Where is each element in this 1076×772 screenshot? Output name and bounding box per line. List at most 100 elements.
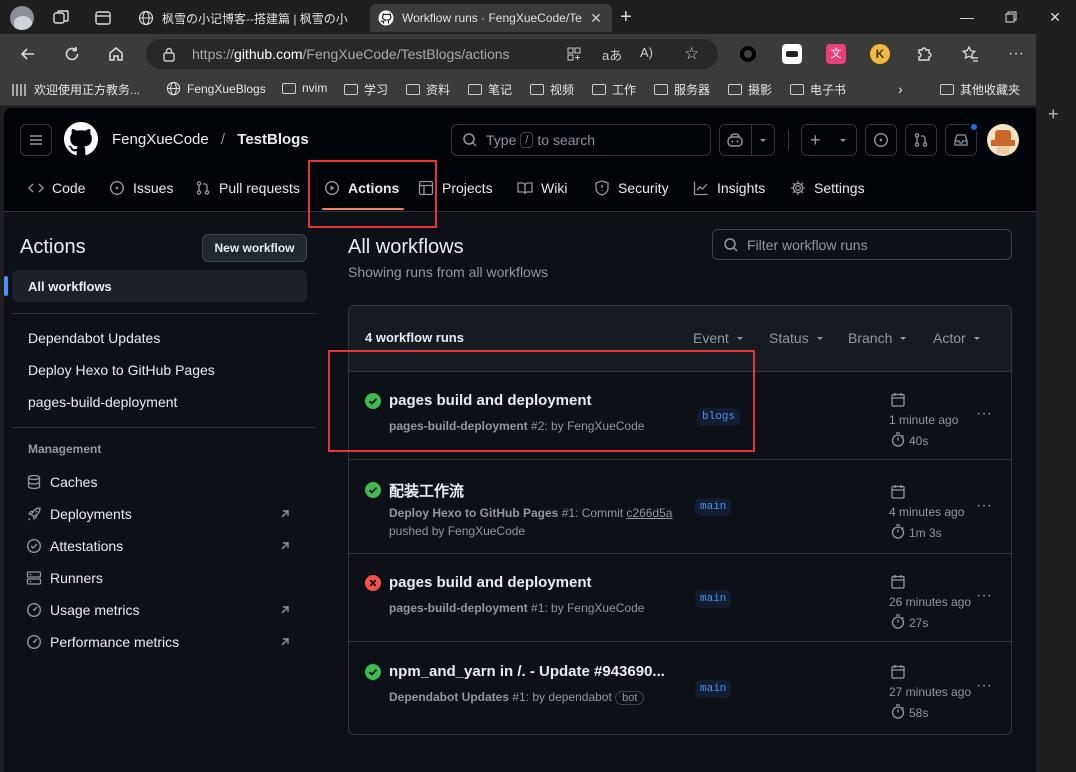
commit-link[interactable]: c266d5a [626, 506, 672, 520]
branch-label[interactable]: main [695, 680, 732, 698]
read-aloud-icon[interactable]: A) [640, 45, 653, 60]
add-sidebar-app-button[interactable]: + [1048, 104, 1059, 125]
run-title[interactable]: 配装工作流 [389, 480, 464, 501]
tab-settings[interactable]: Settings [790, 172, 865, 204]
extensions-puzzle-icon[interactable] [912, 42, 936, 66]
runs-list-header: 4 workflow runs Event Status Branch Acto… [349, 306, 1011, 372]
tab-actions-icon[interactable] [94, 9, 112, 27]
tab-pull-requests[interactable]: Pull requests [195, 172, 300, 204]
address-bar[interactable]: https://github.com/FengXueCode/TestBlogs… [146, 39, 718, 69]
bookmark-folder[interactable]: 电子书 [790, 81, 846, 98]
bookmark-folder[interactable]: 摄影 [728, 81, 772, 98]
run-workflow-name[interactable]: Deploy Hexo to GitHub Pages [389, 506, 558, 520]
sidebar-item-runners[interactable]: Runners [12, 562, 307, 594]
extension-translate-icon[interactable]: 文 [826, 44, 846, 64]
close-tab-icon[interactable]: ✕ [588, 10, 604, 27]
avatar[interactable] [987, 124, 1019, 156]
extension-face-icon[interactable] [782, 44, 802, 64]
kebab-menu-icon[interactable]: ··· [973, 405, 995, 423]
kebab-menu-icon[interactable]: ··· [973, 587, 995, 605]
pull-requests-button[interactable] [905, 124, 937, 156]
favorite-star-icon[interactable]: ☆ [684, 44, 699, 64]
bookmark-folder[interactable]: 视频 [530, 81, 574, 98]
tab-workflow-runs[interactable]: Workflow runs · FengXueCode/Te ✕ [370, 4, 612, 32]
new-workflow-button[interactable]: New workflow [202, 234, 307, 262]
folder-icon [728, 84, 742, 95]
bookmark-item[interactable]: 欢迎使用正方教务... [12, 81, 140, 98]
filter-runs-input[interactable]: Filter workflow runs [712, 229, 1012, 260]
menu-button[interactable] [20, 124, 52, 156]
bookmark-folder[interactable]: 工作 [592, 81, 636, 98]
branch-label[interactable]: blogs [697, 408, 741, 426]
search-input[interactable]: Type / to search [451, 124, 711, 156]
tab-projects[interactable]: Projects [418, 172, 493, 204]
close-window-button[interactable]: ✕ [1040, 6, 1070, 28]
extension-k-icon[interactable]: K [870, 44, 890, 64]
bookmark-folder[interactable]: 学习 [344, 81, 388, 98]
profile-avatar[interactable] [10, 6, 34, 30]
workflow-run-row[interactable]: pages build and deployment pages-build-d… [349, 372, 1011, 460]
tab-blog[interactable]: 枫雪の小记博客--搭建篇 | 枫雪の小 [130, 4, 366, 32]
restore-button[interactable] [996, 6, 1026, 28]
sidebar-item-workflow[interactable]: Deploy Hexo to GitHub Pages [12, 354, 307, 386]
tab-issues[interactable]: Issues [109, 172, 173, 204]
bookmark-item[interactable]: FengXueBlogs [166, 81, 266, 96]
back-button[interactable] [16, 42, 40, 66]
tab-actions[interactable]: Actions [324, 172, 399, 204]
kebab-menu-icon[interactable]: ··· [973, 497, 995, 515]
run-workflow-name[interactable]: Dependabot Updates [389, 690, 509, 704]
workflow-run-row[interactable]: npm_and_yarn in /. - Update #943690... D… [349, 642, 1011, 734]
create-new-button[interactable]: + [801, 124, 857, 156]
sidebar-item-deployments[interactable]: Deployments [12, 498, 307, 530]
sidebar-item-all-workflows[interactable]: All workflows [4, 270, 307, 302]
workflow-run-row[interactable]: 配装工作流 Deploy Hexo to GitHub Pages #1: Co… [349, 460, 1011, 554]
refresh-button[interactable] [60, 42, 84, 66]
kebab-menu-icon[interactable]: ··· [973, 677, 995, 695]
filter-branch[interactable]: Branch [848, 330, 908, 346]
translate-icon[interactable]: aあ [602, 45, 622, 64]
run-title[interactable]: pages build and deployment [389, 392, 592, 409]
issues-button[interactable] [865, 124, 897, 156]
bookmark-folder[interactable]: 笔记 [468, 81, 512, 98]
branch-label[interactable]: main [695, 498, 732, 516]
bookmark-folder[interactable]: 资料 [406, 81, 450, 98]
repo-link[interactable]: TestBlogs [237, 131, 308, 148]
sidebar-item-usage-metrics[interactable]: Usage metrics [12, 594, 307, 626]
extension-circle-icon[interactable] [738, 44, 758, 64]
copilot-button[interactable] [719, 124, 775, 156]
active-tab-underline [322, 208, 404, 210]
workflow-run-row[interactable]: pages build and deployment pages-build-d… [349, 554, 1011, 642]
sidebar-item-caches[interactable]: Caches [12, 466, 307, 498]
tab-code[interactable]: Code [28, 172, 85, 204]
notifications-button[interactable] [945, 122, 979, 156]
other-bookmarks-folder[interactable]: 其他收藏夹 [940, 81, 1020, 98]
filter-status[interactable]: Status [769, 330, 825, 346]
new-tab-button[interactable]: + [620, 6, 632, 29]
filter-event[interactable]: Event [693, 330, 745, 346]
tab-wiki[interactable]: Wiki [517, 172, 567, 204]
run-workflow-name[interactable]: pages-build-deployment [389, 419, 528, 433]
github-logo-icon[interactable] [64, 122, 98, 156]
home-button[interactable] [104, 42, 128, 66]
run-workflow-name[interactable]: pages-build-deployment [389, 601, 528, 615]
bookmarks-overflow-chevron-icon[interactable]: › [898, 81, 903, 97]
tab-insights[interactable]: Insights [693, 172, 765, 204]
tab-security[interactable]: Security [594, 172, 669, 204]
sidebar-item-workflow[interactable]: Dependabot Updates [12, 322, 307, 354]
lock-icon[interactable] [162, 46, 176, 62]
favorites-icon[interactable] [958, 42, 982, 66]
sidebar-item-attestations[interactable]: Attestations [12, 530, 307, 562]
workspaces-icon[interactable] [52, 9, 70, 27]
branch-label[interactable]: main [695, 590, 732, 608]
minimize-button[interactable]: — [952, 6, 982, 28]
sidebar-item-performance-metrics[interactable]: Performance metrics [12, 626, 307, 658]
bookmark-folder[interactable]: nvim [282, 81, 327, 95]
filter-actor[interactable]: Actor [933, 330, 982, 346]
run-title[interactable]: npm_and_yarn in /. - Update #943690... [389, 663, 665, 680]
bookmark-folder[interactable]: 服务器 [654, 81, 710, 98]
app-available-icon[interactable] [566, 46, 582, 62]
sidebar-item-workflow[interactable]: pages-build-deployment [12, 386, 307, 418]
more-menu-icon[interactable]: ··· [1004, 42, 1028, 66]
run-title[interactable]: pages build and deployment [389, 574, 592, 591]
owner-link[interactable]: FengXueCode [112, 131, 209, 148]
